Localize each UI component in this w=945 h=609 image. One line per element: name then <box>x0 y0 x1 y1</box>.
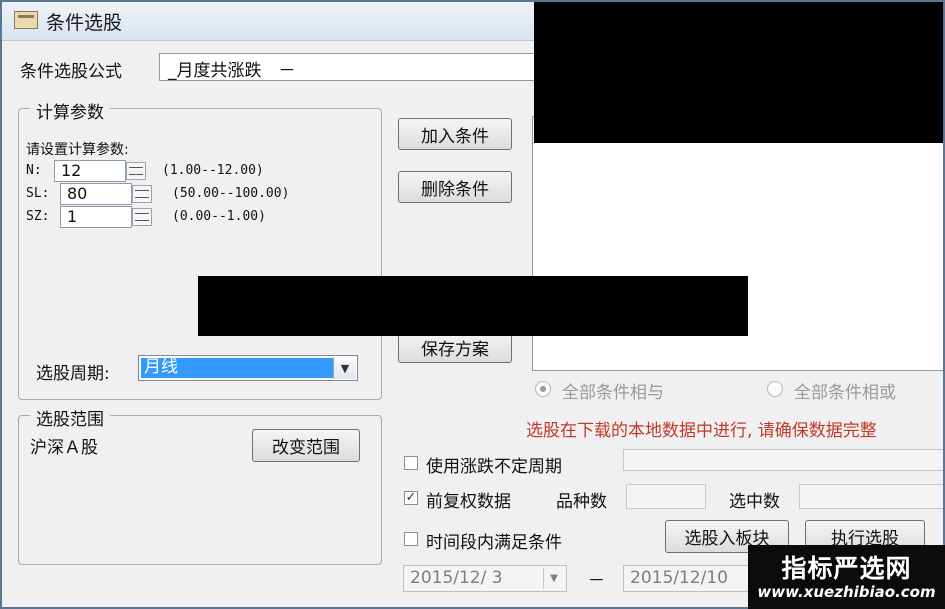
forward-adjust-checkbox[interactable]: ✓ <box>404 491 418 505</box>
param-sz-range: (0.00--1.00) <box>172 209 266 224</box>
param-sz-label: SZ: <box>26 209 50 224</box>
param-sl-label: SL: <box>26 186 50 201</box>
date-range-dash: － <box>588 571 605 591</box>
param-sl-spinner[interactable] <box>132 185 152 203</box>
watermark-en: www.xuezhibiao.com <box>757 583 936 601</box>
start-date-picker[interactable]: 2015/12/ 3 ▼ <box>403 565 567 592</box>
period-select[interactable]: 月线 ▼ <box>138 355 358 381</box>
time-period-checkbox[interactable] <box>404 532 418 546</box>
change-range-button[interactable]: 改变范围 <box>252 429 360 462</box>
variable-period-checkbox[interactable] <box>404 456 418 470</box>
param-sz-spinner[interactable] <box>132 208 152 226</box>
window-title: 条件选股 <box>46 12 123 34</box>
time-period-label: 时间段内满足条件 <box>426 533 562 553</box>
period-selected-value: 月线 <box>141 358 333 378</box>
range-value: 沪深Ａ股 <box>30 438 98 458</box>
end-date-value: 2015/12/10 <box>630 568 728 588</box>
variable-period-label: 使用涨跌不定周期 <box>426 457 562 477</box>
redaction-block-top <box>534 2 943 143</box>
variety-count-label: 品种数 <box>556 492 607 512</box>
condition-stock-picker-window: 条件选股 条件选股公式 _月度共涨跌 － 计算参数 请设置计算参数: N: 12… <box>0 0 945 609</box>
param-n-input[interactable]: 12 <box>54 160 126 182</box>
range-group-title: 选股范围 <box>30 405 110 430</box>
param-n-spinner[interactable] <box>126 162 146 180</box>
chevron-down-icon[interactable]: ▼ <box>333 357 356 379</box>
param-n-range: (1.00--12.00) <box>162 163 264 178</box>
end-date-picker[interactable]: 2015/12/10 <box>623 565 750 592</box>
delete-condition-button[interactable]: 删除条件 <box>398 171 512 203</box>
selected-count-label: 选中数 <box>729 492 780 512</box>
all-and-radio[interactable] <box>535 381 551 397</box>
site-watermark: 指标严选网 www.xuezhibiao.com <box>748 545 945 609</box>
period-label: 选股周期: <box>36 364 110 384</box>
watermark-cn: 指标严选网 <box>781 554 912 583</box>
data-notice: 选股在下载的本地数据中进行, 请确保数据完整 <box>526 421 877 441</box>
variable-period-field[interactable] <box>623 449 943 471</box>
param-sl-input[interactable]: 80 <box>60 183 132 205</box>
variety-count-field <box>626 484 706 509</box>
all-or-radio[interactable] <box>767 381 783 397</box>
param-n-label: N: <box>26 163 42 178</box>
calendar-dropdown-icon[interactable]: ▼ <box>543 568 564 589</box>
selected-count-field <box>799 484 943 509</box>
param-sz-input[interactable]: 1 <box>60 206 132 228</box>
start-date-value: 2015/12/ 3 <box>410 568 503 588</box>
formula-label: 条件选股公式 <box>20 62 122 82</box>
formula-input[interactable]: _月度共涨跌 － <box>159 53 539 81</box>
app-icon <box>14 11 38 29</box>
forward-adjust-label: 前复权数据 <box>426 492 511 512</box>
redaction-block-middle <box>198 276 748 336</box>
all-and-label: 全部条件相与 <box>562 383 664 403</box>
params-group-title: 计算参数 <box>30 98 110 123</box>
params-prompt: 请设置计算参数: <box>26 142 129 158</box>
add-condition-button[interactable]: 加入条件 <box>398 118 512 150</box>
param-sl-range: (50.00--100.00) <box>172 186 290 201</box>
all-or-label: 全部条件相或 <box>794 383 896 403</box>
